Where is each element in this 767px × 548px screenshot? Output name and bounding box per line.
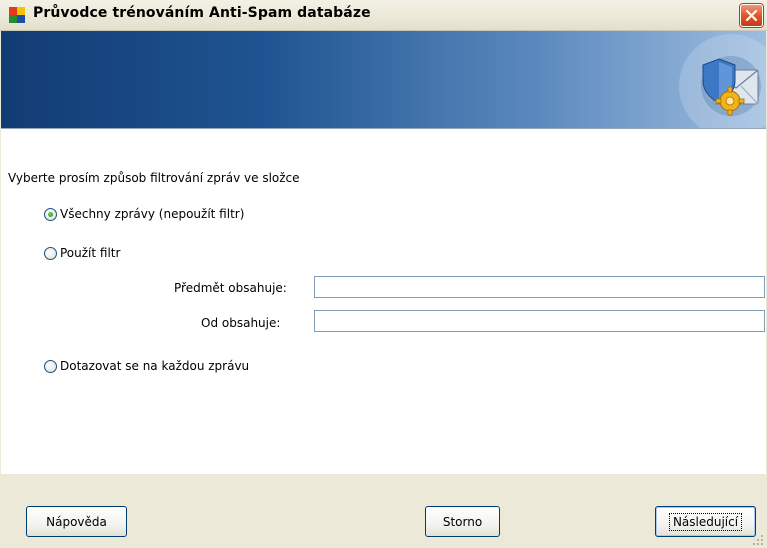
wizard-content: Vyberte prosím způsob filtrování zpráv v… [1, 129, 766, 474]
radio-ask-each[interactable] [44, 359, 57, 373]
resize-grip-icon[interactable] [752, 534, 764, 546]
header-banner [1, 31, 766, 129]
window-title: Průvodce trénováním Anti-Spam databáze [33, 5, 371, 21]
next-button-label: Následující [668, 512, 743, 531]
option-use-filter-label: Použít filtr [60, 246, 121, 260]
option-use-filter[interactable]: Použít filtr [44, 244, 120, 262]
email-security-gear-icon [679, 34, 766, 128]
option-all-messages[interactable]: Všechny zprávy (nepoužít filtr) [44, 205, 244, 223]
close-icon [745, 9, 758, 22]
radio-use-filter[interactable] [44, 246, 57, 260]
from-label: Od obsahuje: [201, 316, 281, 330]
subject-input[interactable] [314, 276, 765, 298]
cancel-button-label: Storno [442, 514, 483, 529]
filter-prompt: Vyberte prosím způsob filtrování zpráv v… [8, 171, 300, 185]
option-all-messages-label: Všechny zprávy (nepoužít filtr) [60, 207, 245, 221]
help-button-label: Nápověda [46, 514, 107, 529]
avg-logo-icon [9, 7, 25, 23]
cancel-button[interactable]: Storno [425, 506, 500, 537]
subject-label: Předmět obsahuje: [174, 281, 287, 295]
option-ask-each-label: Dotazovat se na každou zprávu [60, 359, 250, 373]
from-input[interactable] [314, 310, 765, 332]
help-button[interactable]: Nápověda [26, 506, 127, 537]
button-bar: Nápověda Storno Následující [1, 474, 766, 548]
close-button[interactable] [740, 4, 763, 27]
radio-all-messages[interactable] [44, 207, 57, 221]
option-ask-each[interactable]: Dotazovat se na každou zprávu [44, 357, 249, 375]
next-button[interactable]: Následující [655, 506, 756, 537]
wizard-dialog: Průvodce trénováním Anti-Spam databáze V… [0, 0, 767, 548]
title-bar[interactable]: Průvodce trénováním Anti-Spam databáze [0, 0, 767, 31]
